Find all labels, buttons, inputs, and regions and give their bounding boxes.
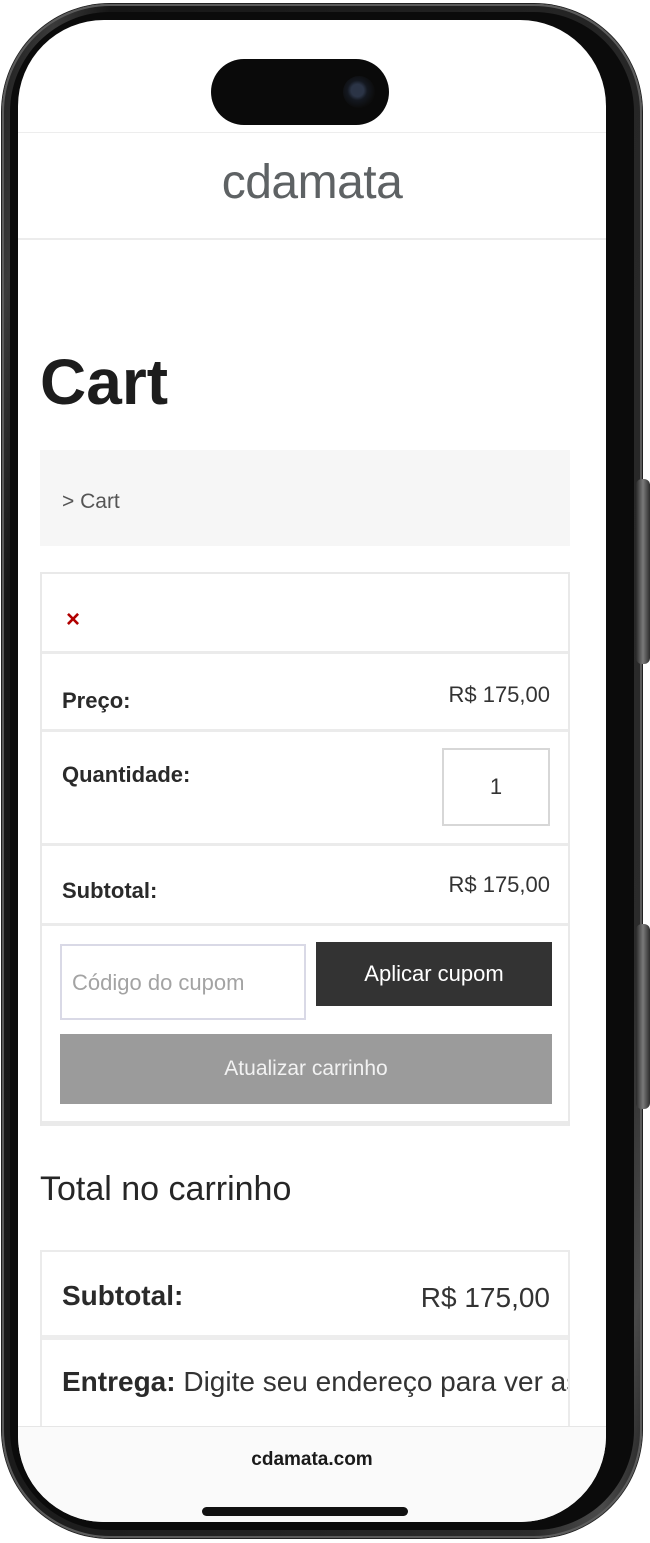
cart-totals-table: Subtotal: R$ 175,00 Entrega: Digite seu … [40, 1250, 570, 1440]
page-title: Cart [40, 346, 169, 418]
shipping-label: Entrega: [62, 1366, 176, 1397]
shipping-info: Entrega: Digite seu endereço para ver as [62, 1366, 570, 1398]
totals-subtotal-value: R$ 175,00 [420, 1282, 550, 1313]
cart-table: × Preço: R$ 175,00 Quantidade: 1 Subtota… [40, 572, 570, 1126]
coupon-placeholder: Código do cupom [72, 970, 245, 995]
totals-shipping-row: Entrega: Digite seu endereço para ver as [42, 1340, 568, 1440]
coupon-input[interactable]: Código do cupom [60, 944, 306, 1020]
quantity-input[interactable]: 1 [442, 748, 550, 826]
breadcrumb: > Cart [40, 450, 570, 546]
phone-frame: cdamata Cart > Cart × Preço: R$ 175,00 Q… [2, 4, 650, 1538]
camera-icon [343, 76, 375, 108]
apply-coupon-button[interactable]: Aplicar cupom [316, 942, 552, 1006]
close-icon[interactable]: × [66, 608, 80, 632]
totals-subtotal-row: Subtotal: R$ 175,00 [42, 1252, 568, 1340]
site-logo[interactable]: cdamata [18, 155, 606, 210]
breadcrumb-text[interactable]: > Cart [62, 490, 120, 514]
update-cart-button[interactable]: Atualizar carrinho [60, 1034, 552, 1104]
subtotal-label: Subtotal: [62, 878, 158, 903]
screen: cdamata Cart > Cart × Preço: R$ 175,00 Q… [18, 20, 606, 1522]
cart-totals-title: Total no carrinho [40, 1170, 292, 1208]
address-bar[interactable]: cdamata.com [18, 1449, 606, 1471]
volume-down-button [636, 924, 650, 1109]
quantity-label: Quantidade: [62, 762, 191, 787]
volume-up-button [636, 479, 650, 664]
dynamic-island [211, 59, 389, 125]
shipping-text: Digite seu endereço para ver as [175, 1366, 570, 1397]
price-label: Preço: [62, 688, 131, 713]
cart-remove-row: × [42, 574, 568, 654]
cart-actions-row: Código do cupom Aplicar cupom Atualizar … [42, 926, 568, 1126]
price-value: R$ 175,00 [448, 682, 550, 707]
site-header: cdamata [18, 132, 606, 240]
subtotal-value: R$ 175,00 [448, 872, 550, 897]
home-indicator[interactable] [202, 1507, 408, 1516]
cart-subtotal-row: Subtotal: R$ 175,00 [42, 846, 568, 926]
totals-subtotal-label: Subtotal: [62, 1280, 184, 1311]
cart-price-row: Preço: R$ 175,00 [42, 654, 568, 732]
browser-bottom-bar: cdamata.com [18, 1426, 606, 1522]
cart-quantity-row: Quantidade: 1 [42, 732, 568, 846]
